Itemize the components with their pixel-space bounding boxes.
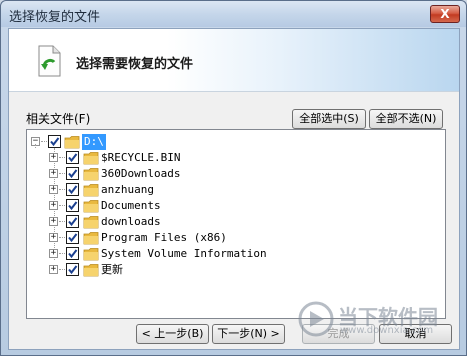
folder-label: $RECYCLE.BIN <box>101 151 181 164</box>
item-checkbox[interactable] <box>66 183 79 196</box>
expand-icon[interactable]: + <box>49 265 58 274</box>
item-checkbox[interactable] <box>66 167 79 180</box>
folder-icon <box>83 216 99 229</box>
tree-item-row[interactable]: +360Downloads <box>27 166 437 182</box>
tree-root-row[interactable]: − D:\ <box>27 134 437 150</box>
folder-label: anzhuang <box>101 183 154 196</box>
tree-item-row[interactable]: + $RECYCLE.BIN <box>27 150 437 166</box>
tree-item-row[interactable]: + Documents <box>27 198 437 214</box>
folder-label: 360Downloads <box>101 167 181 180</box>
tree-item-row[interactable]: + downloads <box>27 214 437 230</box>
folder-icon <box>83 168 99 181</box>
folder-icon <box>83 248 99 261</box>
files-label: 相关文件(F) <box>26 112 91 126</box>
watermark-subtext: www.downxia.com <box>340 325 434 336</box>
item-checkbox[interactable] <box>66 263 79 276</box>
window-title: 选择恢复的文件 <box>9 10 101 25</box>
select-none-button[interactable]: 全部不选(N) <box>369 109 443 129</box>
item-checkbox[interactable] <box>66 199 79 212</box>
folder-icon <box>83 264 99 277</box>
folder-label: Program Files (x86) <box>101 231 227 244</box>
tree-item-row[interactable]: + System Volume Information <box>27 246 437 262</box>
folder-label: Documents <box>101 199 161 212</box>
root-checkbox[interactable] <box>48 135 61 148</box>
close-button[interactable]: X <box>430 5 460 23</box>
item-checkbox[interactable] <box>66 247 79 260</box>
folder-icon <box>83 152 99 165</box>
item-checkbox[interactable] <box>66 151 79 164</box>
drive-folder-icon <box>64 136 80 149</box>
file-tree[interactable]: − D:\ + $RECYCLE.BIN +360Downloads + anzhuan… <box>26 129 446 319</box>
next-button[interactable]: 下一步(N) > <box>212 324 285 344</box>
tree-item-row[interactable]: + 更新 <box>27 262 437 278</box>
folder-label: downloads <box>101 215 161 228</box>
dialog-window: 选择恢复的文件 X 选择需要恢复的文件 相关文件(F) 全部选中(S) 全部不选… <box>0 0 467 356</box>
title-bar[interactable]: 选择恢复的文件 X <box>1 1 466 27</box>
tree-item-row[interactable]: + anzhuang <box>27 182 437 198</box>
expand-icon[interactable]: + <box>49 169 58 178</box>
site-watermark: 当下软件园 www.downxia.com <box>298 301 458 341</box>
folder-label: System Volume Information <box>101 247 267 260</box>
folder-label: 更新 <box>101 263 123 276</box>
folder-icon <box>83 232 99 245</box>
expand-icon[interactable]: + <box>49 201 58 210</box>
item-checkbox[interactable] <box>66 231 79 244</box>
folder-icon <box>83 200 99 213</box>
banner-title: 选择需要恢复的文件 <box>76 57 194 72</box>
back-button[interactable]: < 上一步(B) <box>136 324 209 344</box>
expand-icon[interactable]: + <box>49 153 58 162</box>
select-all-button[interactable]: 全部选中(S) <box>292 109 366 129</box>
tree-item-row[interactable]: + Program Files (x86) <box>27 230 437 246</box>
file-restore-icon <box>38 45 61 77</box>
expand-icon[interactable]: + <box>49 249 58 258</box>
watermark-logo-icon <box>298 301 334 337</box>
item-checkbox[interactable] <box>66 215 79 228</box>
root-label: D:\ <box>82 134 106 150</box>
expand-icon[interactable]: + <box>49 185 58 194</box>
header-banner: 选择需要恢复的文件 <box>9 29 459 92</box>
folder-icon <box>83 184 99 197</box>
expand-icon[interactable]: + <box>49 217 58 226</box>
expand-icon[interactable]: + <box>49 233 58 242</box>
